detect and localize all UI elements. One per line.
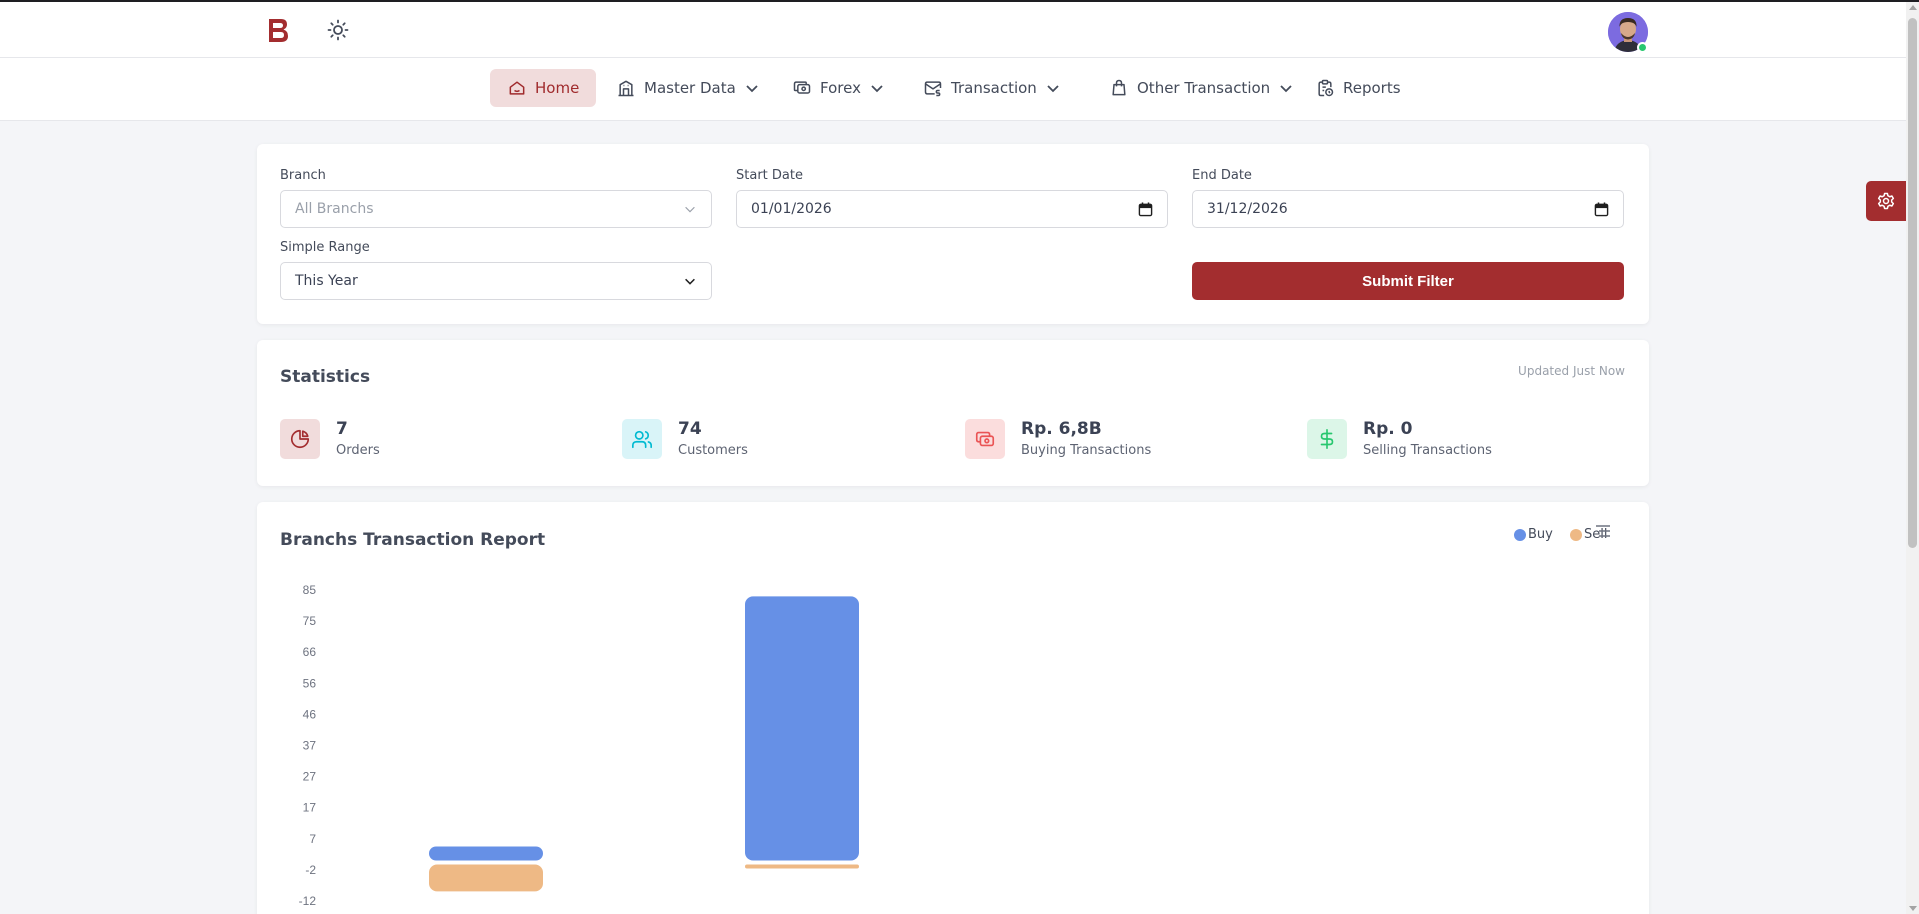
y-tick-label: -12 [299, 894, 317, 908]
y-tick-label: 17 [303, 801, 317, 815]
brand-logo[interactable] [266, 16, 290, 44]
stat-icon-box [622, 419, 662, 459]
shopping-bag-icon [1112, 79, 1126, 96]
end-date-label: End Date [1192, 168, 1252, 183]
y-tick-label: 7 [309, 832, 316, 846]
bar-sell[interactable] [745, 864, 859, 869]
chevron-down-icon [685, 206, 695, 213]
stat-value: 7 [336, 419, 348, 439]
y-tick-label: 66 [303, 645, 317, 659]
nav-master-data-label: Master Data [644, 79, 736, 97]
money-icon [793, 81, 811, 94]
nav-master-data[interactable]: Master Data [599, 69, 777, 107]
stat-value: Rp. 6,8B [1021, 419, 1102, 439]
chevron-down-icon [1047, 85, 1059, 93]
branch-select-placeholder: All Branchs [295, 201, 374, 217]
scroll-up-icon[interactable] [1909, 5, 1917, 10]
stat-icon-box [1307, 419, 1347, 459]
nav-home[interactable]: Home [490, 69, 597, 107]
scrollbar-thumb[interactable] [1908, 18, 1917, 548]
chevron-down-icon [685, 278, 695, 285]
gear-icon [1877, 192, 1895, 210]
nav-other-transaction[interactable]: Other Transaction [1092, 69, 1311, 107]
page-scrollbar[interactable] [1906, 2, 1919, 914]
y-tick-label: 27 [303, 770, 317, 784]
start-date-value: 01/01/2026 [751, 201, 832, 217]
stat-value: 74 [678, 419, 702, 439]
home-icon [509, 81, 525, 95]
dollar-icon [1320, 429, 1334, 449]
nav-forex[interactable]: Forex [775, 69, 902, 107]
end-date-input[interactable]: 31/12/2026 [1192, 190, 1624, 228]
nav-reports[interactable]: Reports [1298, 69, 1418, 107]
nav-transaction-label: Transaction [951, 79, 1037, 97]
nav-home-label: Home [535, 79, 580, 97]
nav-forex-label: Forex [820, 79, 861, 97]
building-icon [618, 80, 634, 97]
sun-icon[interactable] [326, 18, 350, 42]
filter-card: Branch All Branchs Start Date 01/01/2026… [257, 144, 1649, 324]
nav-reports-label: Reports [1343, 79, 1401, 97]
chevron-down-icon [1280, 85, 1292, 93]
branch-label: Branch [280, 168, 326, 183]
stat-label: Customers [678, 443, 748, 458]
top-bar [0, 2, 1906, 58]
updated-text: Updated Just Now [1518, 364, 1625, 378]
calendar-icon[interactable] [1594, 202, 1609, 217]
stat-icon-box [965, 419, 1005, 459]
bar-buy[interactable] [429, 846, 543, 861]
bar-sell[interactable] [429, 864, 543, 892]
statistics-title: Statistics [280, 367, 371, 387]
report-card: Branchs Transaction Report Buy Sell 85 75… [257, 502, 1649, 914]
stat-icon-box [280, 419, 320, 459]
chevron-down-icon [746, 85, 758, 93]
calendar-icon[interactable] [1138, 202, 1153, 217]
start-date-input[interactable]: 01/01/2026 [736, 190, 1168, 228]
y-tick-label: 46 [303, 707, 317, 721]
online-status-dot [1637, 42, 1648, 53]
y-tick-label: 85 [303, 583, 317, 597]
scroll-down-icon[interactable] [1909, 906, 1917, 911]
bar-buy[interactable] [745, 596, 859, 861]
nav-transaction[interactable]: Transaction [906, 69, 1078, 107]
bar-chart: 85 75 66 56 46 37 27 17 7 -2 -12 [299, 583, 859, 908]
mail-money-icon [924, 81, 942, 97]
stat-label: Selling Transactions [1363, 443, 1492, 458]
stat-label: Buying Transactions [1021, 443, 1152, 458]
users-icon [632, 430, 652, 449]
range-select[interactable]: This Year [280, 262, 712, 300]
y-tick-label: 37 [303, 739, 317, 753]
y-tick-label: -2 [305, 863, 316, 877]
end-date-value: 31/12/2026 [1207, 201, 1288, 217]
branch-select[interactable]: All Branchs [280, 190, 712, 228]
pie-chart-icon [290, 429, 310, 449]
start-date-label: Start Date [736, 168, 803, 183]
statistics-card: Statistics Updated Just Now 7 Orders 74 … [257, 340, 1649, 486]
money-icon [975, 431, 995, 447]
customizer-button[interactable] [1866, 181, 1906, 221]
chevron-down-icon [871, 85, 883, 93]
clipboard-icon [1318, 79, 1334, 97]
submit-filter-button[interactable]: Submit Filter [1192, 262, 1624, 300]
stat-value: Rp. 0 [1363, 419, 1413, 439]
main-nav: Home Master Data Forex Transaction Other… [0, 58, 1906, 121]
range-select-value: This Year [295, 273, 358, 289]
y-tick-label: 56 [303, 676, 317, 690]
stat-label: Orders [336, 443, 380, 458]
y-tick-label: 75 [303, 614, 317, 628]
range-label: Simple Range [280, 240, 370, 255]
nav-other-transaction-label: Other Transaction [1137, 79, 1271, 97]
